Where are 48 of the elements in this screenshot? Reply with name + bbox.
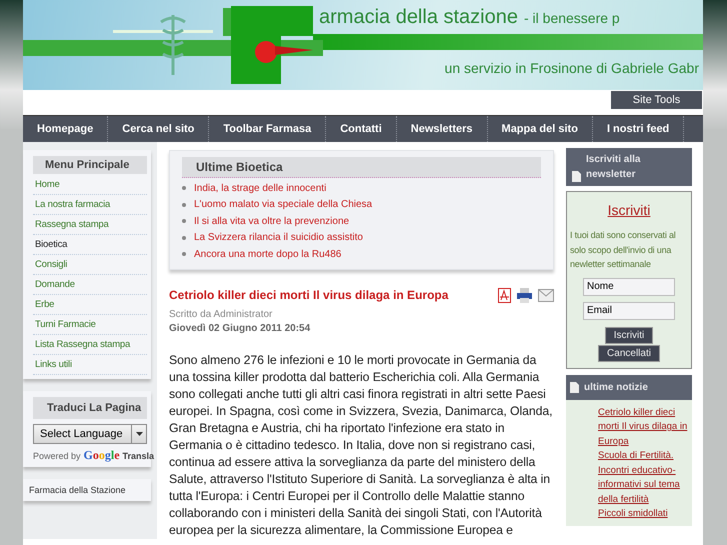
google-logo: Google (84, 448, 120, 463)
subscribe-button[interactable]: Iscriviti (604, 326, 654, 344)
pdf-icon[interactable] (498, 288, 511, 302)
unsubscribe-button[interactable]: Cancellati (598, 344, 660, 362)
site-tools-button[interactable]: Site Tools (611, 91, 702, 109)
name-field[interactable]: Nome (583, 278, 675, 296)
translate-title: Traduci La Pagina (33, 397, 147, 419)
section-title: Ultime Bioetica (182, 157, 541, 178)
menu-item[interactable]: Rassegna stampa (33, 215, 147, 235)
news-link[interactable]: Il si alla vita va oltre la prevenzione (194, 216, 350, 227)
menu-item[interactable]: Bioetica (33, 235, 147, 255)
news-link[interactable]: Piccoli smidollati (598, 507, 690, 522)
menu-title: Menu Principale (33, 156, 147, 174)
document-icon (572, 171, 581, 182)
subscribe-link[interactable]: Iscriviti (608, 202, 650, 218)
news-link[interactable]: Scuola di Fertilità. Incontri educativo-informativi sul tema della fertilità (598, 449, 690, 507)
news-link[interactable]: India, la strage delle innocenti (194, 182, 326, 194)
menu-item[interactable]: La nostra farmacia (33, 195, 147, 215)
site-tagline: - il benessere p (524, 10, 620, 26)
language-select[interactable]: Select Language (33, 424, 147, 444)
news-link[interactable]: La Svizzera rilancia il suicidio assistito (194, 232, 363, 244)
powered-by-text: Powered by (33, 451, 81, 461)
menu-item[interactable]: Consigli (33, 255, 147, 275)
menu-item[interactable]: Links utili (33, 355, 147, 375)
menu-item[interactable]: Lista Rassegna stampa (33, 335, 147, 355)
news-link[interactable]: L'uomo malato via speciale della Chiesa (194, 199, 372, 210)
news-link[interactable]: Ancora una morte dopo la Ru486 (194, 248, 342, 260)
newsletter-header: Iscriviti alla newsletter (566, 148, 692, 186)
article-date: Giovedì 02 Giugno 2011 20:54 (169, 322, 312, 334)
site-title: armacia della stazione (319, 6, 518, 29)
translate-text: Transla (122, 451, 154, 461)
print-icon[interactable] (517, 288, 532, 302)
menu-item[interactable]: Erbe (33, 295, 147, 315)
site-subtitle: un servizio in Frosinone di Gabriele Gabr (444, 60, 700, 76)
document-icon (570, 382, 579, 392)
menu-item[interactable]: Domande (33, 275, 147, 295)
email-field[interactable]: Email (583, 302, 675, 320)
article-title[interactable]: Cetriolo killer dieci morti Il virus dilaga in Europa (169, 288, 448, 302)
newsletter-text: I tuoi dati sono conservati al solo scopo dell'invio di una newletter settimanale (570, 229, 677, 271)
dropdown-arrow-icon (136, 432, 142, 436)
article-author: Scritto da Administrator (169, 308, 274, 320)
article-body: Sono almeno 276 le infezioni e 10 le morti provocate in Germania da una tossina killer prodotta dal batterio Escherichia coli. Alla Germania sono collegati anche tutti gli altri casi finora registrati in altri sette Paesi europei. In Spagna, così come in Svizzera, Svezia, Danimarca, Olanda, Gran Bretagna e Austria, chi ha riportato l'infezione era stato in Germania o è cittadino tedesco. In Italia, dove non si registrano casi, continua ad essere attiva la sorveglianza da parte del ministero della Salute, attraverso l'Istituto Superiore di Sanità. La sorveglianza è alta in tutta l'Europa: i Centri Europei per il Controllo delle Malattie stanno collaborando con i ministeri della Sanità dei singoli Stati, con l'Autorità europea per la sicurezza alimentare, la Commissione Europea e (169, 352, 554, 538)
news-header: ultime notizie (566, 374, 692, 400)
module-text: Farmacia della Stazione (29, 485, 127, 495)
email-icon[interactable] (538, 288, 554, 302)
news-link[interactable]: Cetriolo killer dieci morti Il virus dilaga in Europa (598, 406, 690, 449)
menu-item[interactable]: Turni Farmacie (33, 315, 147, 335)
menu-item[interactable]: Home (33, 175, 147, 195)
